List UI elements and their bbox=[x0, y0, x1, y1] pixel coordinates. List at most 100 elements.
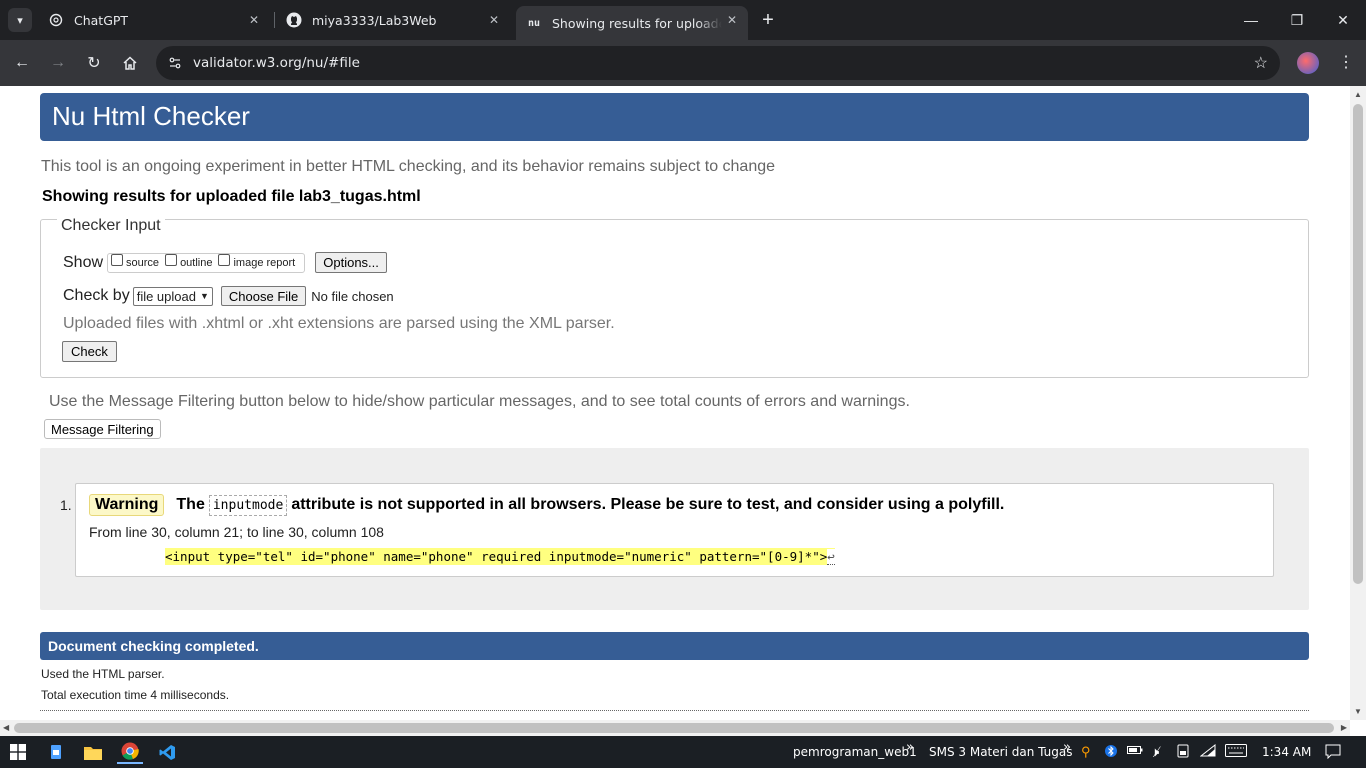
profile-avatar[interactable] bbox=[1297, 52, 1319, 74]
keyboard-icon[interactable] bbox=[1225, 744, 1247, 760]
show-row: Show source outline image report Options… bbox=[63, 252, 387, 273]
notification-icon[interactable] bbox=[1325, 744, 1341, 762]
tab-title: Showing results for uploaded file bbox=[552, 15, 722, 31]
tab-title: ChatGPT bbox=[74, 12, 129, 28]
tab-search-button[interactable]: ▾ bbox=[8, 8, 32, 32]
taskbar-toolbar-pemrograman[interactable]: pemrograman_web1 bbox=[793, 745, 917, 759]
image-report-checkbox[interactable] bbox=[218, 253, 231, 266]
message-filtering-button[interactable]: Message Filtering bbox=[44, 419, 161, 439]
file-explorer-icon[interactable] bbox=[43, 740, 69, 764]
site-info-icon[interactable] bbox=[164, 52, 186, 74]
arrow-left-icon: ← bbox=[14, 54, 30, 71]
restore-button[interactable]: ❐ bbox=[1282, 8, 1312, 32]
menu-dots-icon[interactable]: ⋮ bbox=[1336, 52, 1356, 72]
browser-toolbar: ← → ↻ validator.w3.org/nu/#file ☆ ⋮ bbox=[0, 40, 1366, 86]
vscode-icon[interactable] bbox=[154, 740, 180, 764]
volume-muted-icon[interactable]: 🕨̸ bbox=[1151, 744, 1159, 760]
page-title-banner: Nu Html Checker bbox=[40, 93, 1309, 141]
nu-icon: nu bbox=[527, 17, 541, 29]
message-header: Warning The inputmode attribute is not s… bbox=[89, 494, 1004, 516]
reload-icon: ↻ bbox=[87, 55, 101, 72]
execution-time-note: Total execution time 4 milliseconds. bbox=[41, 688, 230, 702]
windows-start-icon[interactable] bbox=[5, 740, 31, 764]
new-tab-button[interactable]: + bbox=[757, 9, 779, 31]
close-tab-icon[interactable]: ✕ bbox=[246, 12, 262, 28]
scroll-right-icon[interactable]: ▶ bbox=[1341, 723, 1347, 732]
horizontal-scrollbar[interactable]: ◀ ▶ bbox=[0, 720, 1350, 736]
code-extract: <input type="tel" id="phone" name="phone… bbox=[165, 548, 835, 565]
attribute-code: inputmode bbox=[208, 494, 288, 516]
address-bar[interactable]: validator.w3.org/nu/#file ☆ bbox=[156, 46, 1280, 80]
arrow-right-icon: → bbox=[50, 54, 66, 71]
bluetooth-icon[interactable] bbox=[1105, 744, 1117, 761]
taskbar-toolbar-sms3[interactable]: SMS 3 Materi dan Tugas bbox=[929, 745, 1072, 759]
chevron-right-icon[interactable]: » bbox=[906, 740, 914, 755]
results-heading: Showing results for uploaded file lab3_t… bbox=[42, 188, 421, 205]
vertical-scrollbar[interactable]: ▲ ▼ bbox=[1350, 86, 1366, 720]
search-icon[interactable]: ⚲ bbox=[1081, 744, 1091, 760]
xml-parser-hint: Uploaded files with .xhtml or .xht exten… bbox=[63, 315, 615, 332]
checking-completed-bar: Document checking completed. bbox=[40, 632, 1309, 660]
scroll-thumb[interactable] bbox=[14, 723, 1334, 733]
check-by-label: Check by bbox=[63, 287, 130, 304]
show-outline-option[interactable]: outline bbox=[165, 253, 212, 269]
outline-checkbox[interactable] bbox=[165, 253, 178, 266]
check-by-select[interactable]: file upload ▼ bbox=[132, 286, 213, 306]
divider bbox=[40, 710, 1309, 711]
show-source-option[interactable]: source bbox=[111, 253, 159, 269]
message-text-after: attribute is not supported in all browse… bbox=[291, 496, 1005, 513]
source-checkbox[interactable] bbox=[111, 253, 124, 266]
warning-message: Warning The inputmode attribute is not s… bbox=[75, 483, 1274, 577]
close-tab-icon[interactable]: ✕ bbox=[724, 12, 740, 28]
close-tab-icon[interactable]: ✕ bbox=[486, 12, 502, 28]
scroll-up-icon[interactable]: ▲ bbox=[1354, 90, 1362, 99]
windows-taskbar: pemrograman_web1 » SMS 3 Materi dan Tuga… bbox=[0, 736, 1366, 768]
chatgpt-icon bbox=[48, 12, 64, 28]
device-icon[interactable] bbox=[1177, 744, 1189, 761]
tab-title: miya3333/Lab3Web bbox=[312, 12, 437, 28]
tab-validator[interactable]: nu Showing results for uploaded file ✕ bbox=[516, 6, 748, 40]
tab-strip: ▾ ChatGPT ✕ miya3333/Lab3Web ✕ nu Showin… bbox=[0, 0, 1366, 40]
minimize-button[interactable]: ― bbox=[1236, 8, 1266, 32]
check-by-row: Check by file upload ▼ Choose File No fi… bbox=[63, 286, 394, 306]
check-row: Check bbox=[62, 341, 117, 362]
home-button[interactable] bbox=[118, 51, 142, 75]
chevron-right-icon[interactable]: » bbox=[1063, 740, 1071, 755]
chevron-down-icon: ▾ bbox=[17, 14, 23, 27]
chevron-down-icon: ▼ bbox=[199, 291, 209, 301]
check-button[interactable]: Check bbox=[62, 341, 117, 362]
tool-description: This tool is an ongoing experiment in be… bbox=[41, 158, 776, 175]
checker-input-legend: Checker Input bbox=[57, 217, 165, 235]
battery-icon[interactable] bbox=[1127, 744, 1143, 759]
scroll-left-icon[interactable]: ◀ bbox=[3, 723, 9, 732]
back-button[interactable]: ← bbox=[10, 51, 34, 75]
scroll-down-icon[interactable]: ▼ bbox=[1354, 707, 1362, 716]
parser-note: Used the HTML parser. bbox=[41, 667, 165, 681]
results-panel: 1. Warning The inputmode attribute is no… bbox=[40, 448, 1309, 610]
github-icon bbox=[286, 12, 302, 28]
message-number: 1. bbox=[60, 497, 72, 513]
clock[interactable]: 1:34 AM bbox=[1262, 745, 1311, 759]
filter-note: Use the Message Filtering button below t… bbox=[49, 393, 910, 410]
chrome-icon[interactable] bbox=[117, 740, 143, 764]
options-button[interactable]: Options... bbox=[315, 252, 387, 273]
extract-code: <input type="tel" id="phone" name="phone… bbox=[165, 549, 828, 564]
close-window-button[interactable]: ✕ bbox=[1328, 8, 1358, 32]
warning-badge: Warning bbox=[89, 494, 165, 516]
page-content: Nu Html Checker This tool is an ongoing … bbox=[0, 86, 1350, 720]
wifi-icon[interactable] bbox=[1199, 743, 1216, 760]
show-image-report-option[interactable]: image report bbox=[218, 253, 295, 269]
tab-chatgpt[interactable]: ChatGPT ✕ bbox=[38, 6, 270, 34]
reload-button[interactable]: ↻ bbox=[82, 51, 106, 75]
tab-github[interactable]: miya3333/Lab3Web ✕ bbox=[276, 6, 510, 34]
tab-separator bbox=[274, 12, 275, 28]
url-text: validator.w3.org/nu/#file bbox=[193, 55, 360, 71]
folder-icon[interactable] bbox=[80, 740, 106, 764]
message-location[interactable]: From line 30, column 21; to line 30, col… bbox=[89, 524, 384, 540]
no-file-text: No file chosen bbox=[311, 288, 394, 304]
forward-button[interactable]: → bbox=[46, 51, 70, 75]
bookmark-star-icon[interactable]: ☆ bbox=[1254, 53, 1268, 73]
linebreak-icon: ↩ bbox=[827, 549, 835, 565]
choose-file-button[interactable]: Choose File bbox=[220, 286, 307, 306]
scroll-thumb[interactable] bbox=[1353, 104, 1363, 584]
